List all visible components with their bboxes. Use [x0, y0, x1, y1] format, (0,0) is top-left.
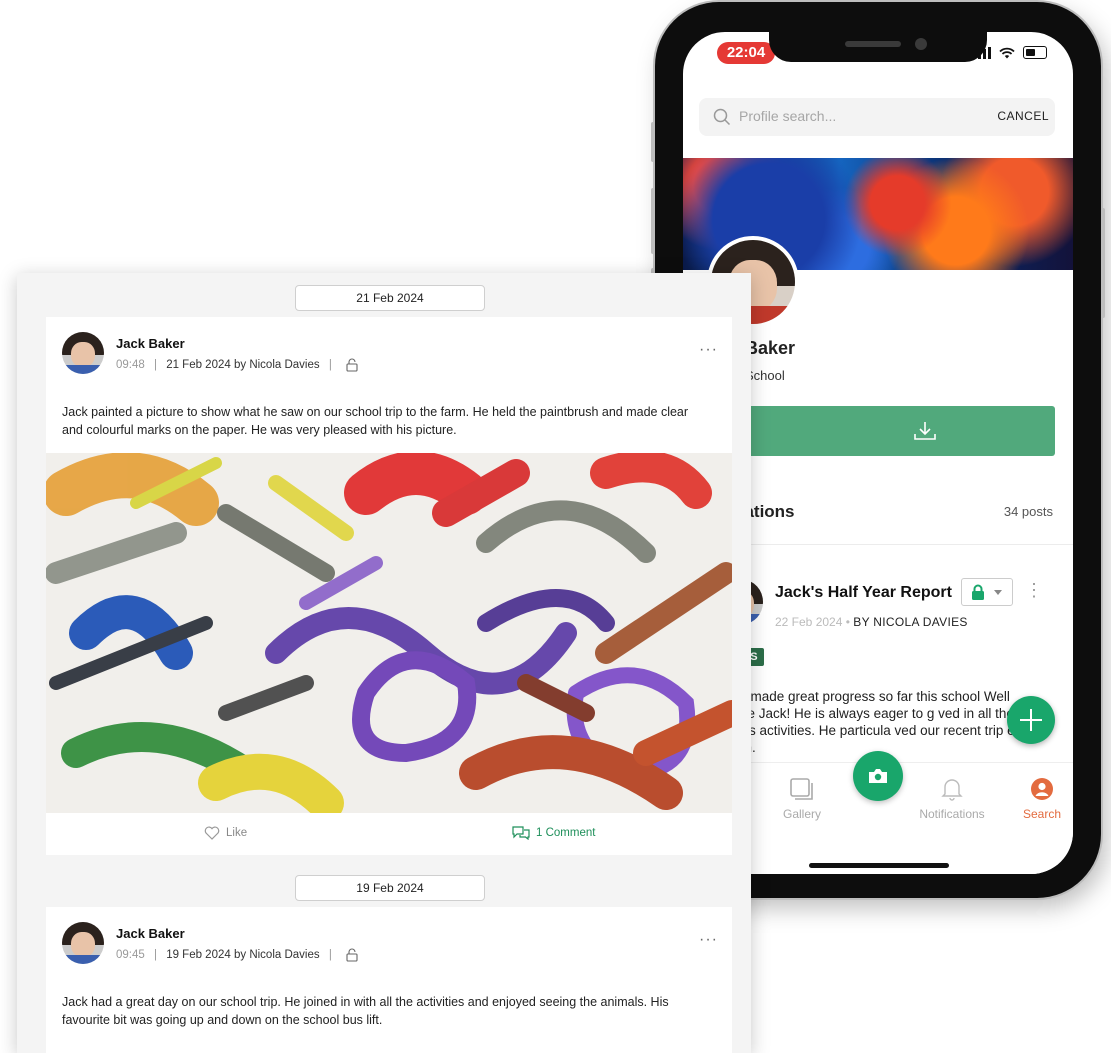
notch-camera — [915, 38, 927, 50]
post-date: 22 Feb 2024 — [775, 615, 843, 629]
date-separator: 19 Feb 2024 — [295, 875, 485, 901]
profile-icon — [1031, 778, 1053, 800]
child-name[interactable]: Jack Baker — [116, 926, 185, 941]
notch-speaker — [845, 41, 901, 47]
like-button[interactable]: Like — [204, 826, 247, 840]
post-date: 21 Feb 2024 — [166, 359, 231, 372]
more-options-icon[interactable]: ⋮ — [1025, 581, 1043, 599]
shared-lock-icon[interactable] — [345, 948, 359, 962]
phone-power-button — [1101, 208, 1105, 318]
post-time: 09:45 — [116, 949, 145, 962]
post-image-painting[interactable] — [46, 453, 732, 813]
privacy-dropdown[interactable] — [961, 578, 1013, 606]
gallery-icon — [790, 778, 813, 800]
phone-notch — [769, 32, 987, 62]
post-title[interactable]: Jack's Half Year Report — [775, 584, 952, 602]
post-time: 09:48 — [116, 359, 145, 372]
tab-notifications[interactable]: Notifications — [907, 777, 997, 821]
post-meta: 22 Feb 2024 • BY NICOLA DAVIES — [775, 615, 968, 629]
post-meta: 09:45 | 19 Feb 2024 by Nicola Davies | — [116, 948, 359, 962]
bell-icon — [941, 779, 963, 801]
meta-separator: | — [153, 359, 157, 372]
tab-gallery[interactable]: Gallery — [757, 777, 847, 821]
post-author: BY NICOLA DAVIES — [853, 615, 968, 629]
painting-artwork — [46, 453, 732, 813]
tab-gallery-label: Gallery — [782, 807, 821, 821]
camera-button[interactable] — [853, 751, 903, 801]
meta-separator: | — [328, 949, 332, 962]
profile-search-bar[interactable]: Profile search... CANCEL — [699, 98, 1055, 136]
shared-lock-icon[interactable] — [345, 358, 359, 372]
comments-button[interactable]: 1 Comment — [512, 826, 595, 840]
comment-icon — [512, 826, 530, 840]
post-meta: 09:48 | 21 Feb 2024 by Nicola Davies | — [116, 358, 359, 372]
post-actions: Like 1 Comment — [46, 813, 732, 855]
more-options-icon[interactable]: ··· — [699, 341, 718, 359]
journal-feed: 21 Feb 2024 Jack Baker 09:48 | 21 Feb 20… — [17, 273, 751, 1053]
add-fab-button[interactable] — [1007, 696, 1055, 744]
profile-name: Baker — [745, 338, 796, 358]
phone-side-button — [651, 188, 655, 254]
tab-search[interactable]: Search — [997, 777, 1073, 821]
camera-icon — [869, 769, 887, 783]
search-input[interactable]: Profile search... — [739, 108, 836, 124]
wifi-icon — [999, 47, 1015, 58]
meta-separator: | — [153, 949, 157, 962]
cancel-button[interactable]: CANCEL — [997, 109, 1049, 123]
phone-side-button — [651, 122, 655, 162]
post-author: by Nicola Davies — [233, 949, 320, 962]
heart-icon — [204, 826, 220, 840]
like-label: Like — [226, 827, 248, 839]
meta-separator: | — [328, 359, 332, 372]
comment-count: 1 Comment — [536, 827, 596, 839]
status-time: 22:04 — [717, 42, 775, 64]
post-card: Jack Baker 09:48 | 21 Feb 2024 by Nicola… — [46, 317, 732, 855]
date-separator: 21 Feb 2024 — [295, 285, 485, 311]
post-card: Jack Baker 09:45 | 19 Feb 2024 by Nicola… — [46, 907, 732, 1053]
home-indicator — [809, 863, 949, 868]
battery-icon — [1023, 46, 1047, 59]
post-author: by Nicola Davies — [233, 359, 320, 372]
posts-count: 34 posts — [1003, 504, 1053, 519]
download-icon — [914, 422, 936, 440]
child-name[interactable]: Jack Baker — [116, 336, 185, 351]
post-body: has made great progress so far this scho… — [725, 689, 1015, 755]
post-text: Jack had a great day on our school trip.… — [62, 995, 669, 1027]
child-avatar — [62, 332, 104, 374]
tab-search-label: Search — [1022, 807, 1062, 821]
lock-icon — [972, 584, 984, 600]
tab-notifications-label: Notifications — [919, 807, 985, 821]
more-options-icon[interactable]: ··· — [699, 931, 718, 949]
download-button[interactable] — [733, 406, 1055, 456]
post-date: 19 Feb 2024 — [166, 949, 231, 962]
child-avatar — [62, 922, 104, 964]
chevron-down-icon — [994, 590, 1002, 595]
search-icon — [713, 108, 731, 126]
post-text: Jack painted a picture to show what he s… — [62, 405, 689, 437]
